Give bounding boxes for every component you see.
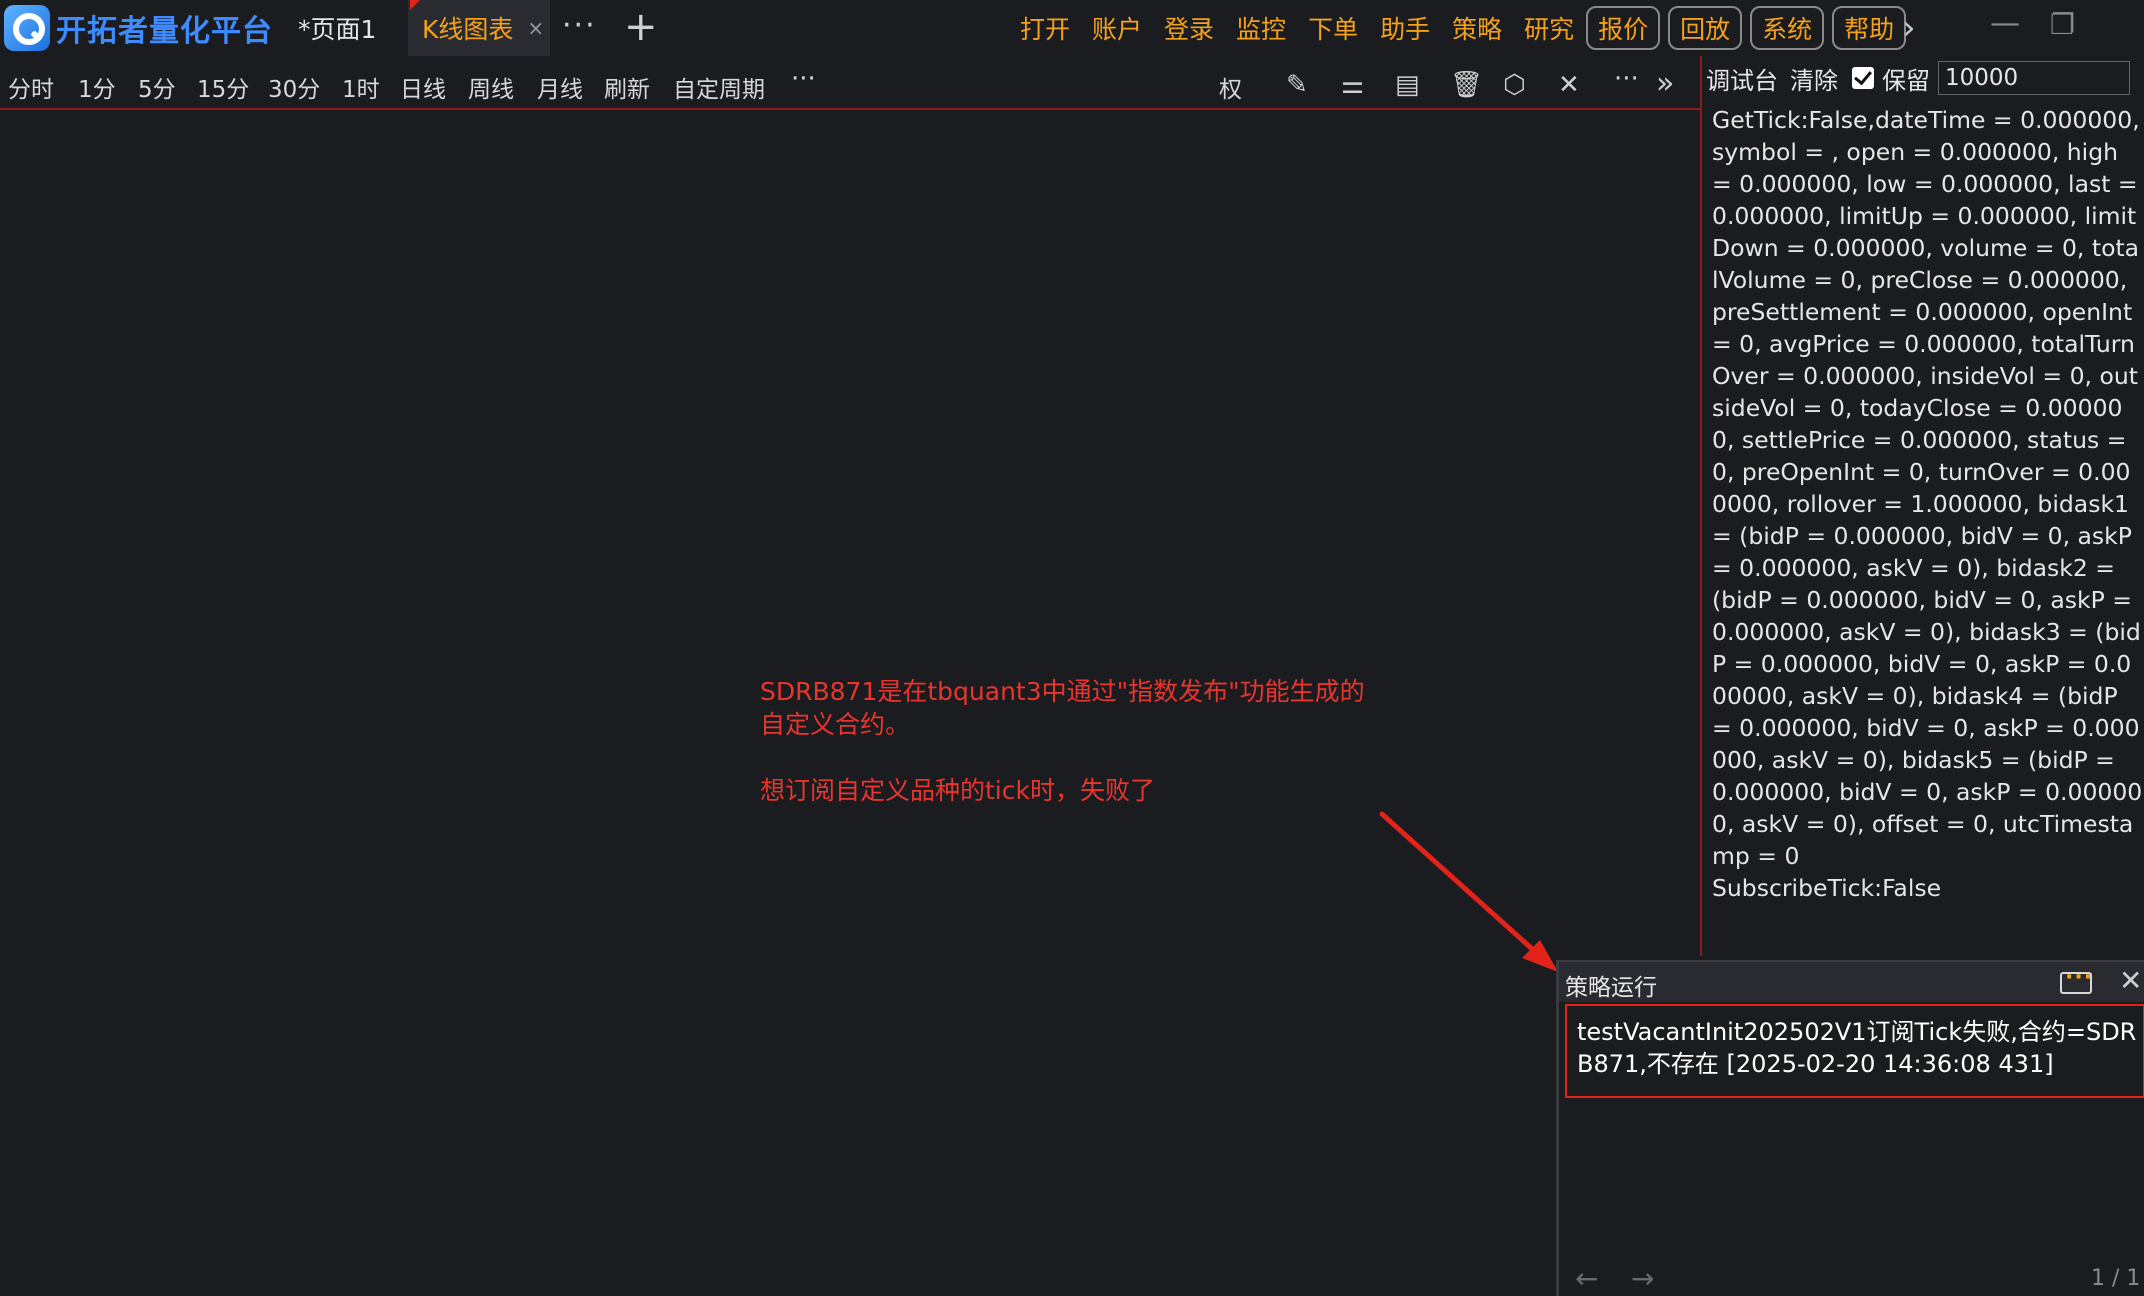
tab-kline-chart[interactable]: K线图表 × xyxy=(408,0,550,56)
refresh-button[interactable]: 刷新 xyxy=(604,70,650,104)
debug-output: GetTick:False,dateTime = 0.000000, symbo… xyxy=(1712,104,2144,904)
trash-icon[interactable]: 🗑 xyxy=(1450,70,1483,100)
tab-page1-label: *页面1 xyxy=(298,15,377,44)
strategy-run-panel: 策略运行 ✕ testVacantInit202502V1订阅Tick失败,合约… xyxy=(1556,960,2144,1296)
tab-kline-label: K线图表 xyxy=(422,15,514,44)
next-arrow-icon[interactable]: → xyxy=(1631,1262,1654,1295)
strategy-message-box: testVacantInit202502V1订阅Tick失败,合约=SDRB87… xyxy=(1565,1004,2144,1098)
menu-monitor[interactable]: 监控 xyxy=(1236,10,1286,46)
menu-login[interactable]: 登录 xyxy=(1164,10,1214,46)
close-icon[interactable]: ✕ xyxy=(1558,70,1580,100)
strategy-run-title: 策略运行 xyxy=(1565,975,1657,1001)
menu-order[interactable]: 下单 xyxy=(1308,10,1358,46)
maximize-icon[interactable]: ❐ xyxy=(2050,8,2075,41)
message-icon[interactable] xyxy=(2060,965,2093,994)
app-title: 开拓者量化平台 xyxy=(56,14,273,49)
period-timeshare[interactable]: 分时 xyxy=(8,70,54,104)
minimize-icon[interactable]: — xyxy=(1990,6,2020,41)
toolbar-more-icon[interactable]: ··· xyxy=(1614,64,1639,94)
period-daily[interactable]: 日线 xyxy=(400,70,446,104)
menu-quote[interactable]: 报价 xyxy=(1586,6,1661,50)
tab-modified-marker xyxy=(410,0,420,10)
app-logo-icon xyxy=(4,5,50,51)
app-logo: 开拓者量化平台 xyxy=(4,4,273,52)
annotation-line: SDRB871是在tbquant3中通过"指数发布"功能生成的 xyxy=(760,677,1365,706)
period-1min[interactable]: 1分 xyxy=(78,70,116,104)
custom-period-button[interactable]: 自定周期 xyxy=(673,70,765,104)
debug-title: 调试台 xyxy=(1706,66,1778,95)
page-indicator: 1 / 1 xyxy=(2091,1266,2141,1291)
period-30min[interactable]: 30分 xyxy=(268,70,320,104)
period-toolbar: 分时 1分 5分 15分 30分 1时 日线 周线 月线 刷新 自定周期 ···… xyxy=(0,56,1700,110)
annotation-arrow xyxy=(1379,811,1558,972)
add-tab-icon[interactable]: + xyxy=(624,4,658,50)
prev-arrow-icon[interactable]: ← xyxy=(1575,1262,1598,1295)
period-15min[interactable]: 15分 xyxy=(197,70,249,104)
period-weekly[interactable]: 周线 xyxy=(468,70,514,104)
period-1hour[interactable]: 1时 xyxy=(342,70,380,104)
menu-system[interactable]: 系统 xyxy=(1750,6,1825,50)
clear-button[interactable]: 清除 xyxy=(1790,61,1838,96)
period-more-icon[interactable]: ··· xyxy=(791,64,816,94)
rights-button[interactable]: 权 xyxy=(1219,70,1242,104)
menu-open[interactable]: 打开 xyxy=(1020,10,1070,46)
keep-count-input[interactable] xyxy=(1938,61,2130,95)
menu-research[interactable]: 研究 xyxy=(1524,10,1574,46)
annotation-line: 自定义合约。 xyxy=(760,710,911,739)
double-chevron-right-icon[interactable]: » xyxy=(1656,66,1674,101)
annotation-spacer xyxy=(760,741,1440,774)
menu-account[interactable]: 账户 xyxy=(1092,10,1142,46)
keep-checkbox[interactable] xyxy=(1852,67,1874,89)
settings-icon[interactable]: ⬡ xyxy=(1503,70,1526,100)
annotation-note: SDRB871是在tbquant3中通过"指数发布"功能生成的 自定义合约。 想… xyxy=(760,675,1440,807)
strategy-message: testVacantInit202502V1订阅Tick失败,合约=SDRB87… xyxy=(1577,1018,2137,1078)
sliders-icon[interactable]: ⚌ xyxy=(1341,70,1364,100)
main-menu: 打开 账户 登录 监控 下单 助手 策略 研究 报价 回放 系统 帮助 xyxy=(1020,0,1914,56)
menu-strategy[interactable]: 策略 xyxy=(1452,10,1502,46)
layout-icon[interactable]: ▤ xyxy=(1395,70,1420,100)
tab-more-icon[interactable]: ··· xyxy=(562,8,597,43)
period-5min[interactable]: 5分 xyxy=(138,70,176,104)
menu-replay[interactable]: 回放 xyxy=(1668,6,1743,50)
strategy-run-header: 策略运行 ✕ xyxy=(1559,962,2144,1002)
title-bar: 开拓者量化平台 *页面1 K线图表 × ··· + 打开 账户 登录 监控 下单… xyxy=(0,0,2144,56)
debug-header: 调试台 清除 保留 xyxy=(1702,56,2144,100)
debug-line: SubscribeTick:False xyxy=(1712,874,1942,902)
menu-chevron-right-icon[interactable]: › xyxy=(1902,8,1916,48)
tab-close-icon[interactable]: × xyxy=(527,16,544,40)
menu-assistant[interactable]: 助手 xyxy=(1380,10,1430,46)
tab-page1[interactable]: *页面1 xyxy=(298,0,376,56)
annotation-line: 想订阅自定义品种的tick时，失败了 xyxy=(760,776,1155,805)
close-icon[interactable]: ✕ xyxy=(2119,964,2142,997)
pencil-icon[interactable]: ✎ xyxy=(1286,70,1308,100)
period-monthly[interactable]: 月线 xyxy=(537,70,583,104)
keep-label: 保留 xyxy=(1882,66,1930,95)
debug-line: GetTick:False,dateTime = 0.000000, symbo… xyxy=(1712,106,2143,870)
debug-panel: 调试台 清除 保留 GetTick:False,dateTime = 0.000… xyxy=(1700,56,2144,956)
menu-help[interactable]: 帮助 xyxy=(1832,6,1907,50)
